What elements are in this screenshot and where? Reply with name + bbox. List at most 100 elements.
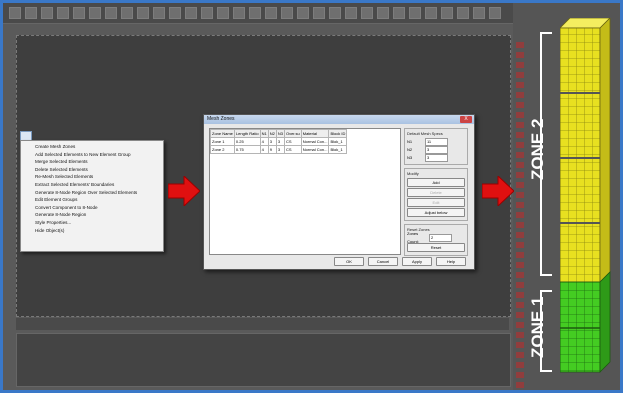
n1-field[interactable]: 11 [425, 138, 448, 146]
toolbar-button[interactable] [41, 7, 53, 19]
zones-count-field[interactable]: 2 [429, 234, 452, 242]
toolbar-button[interactable] [297, 7, 309, 19]
toolbar-button[interactable] [249, 7, 261, 19]
edit-button[interactable]: Edit [407, 198, 465, 207]
toolbar-button[interactable] [281, 7, 293, 19]
table-cell[interactable]: Zone 2 [210, 145, 235, 154]
table-cell[interactable]: 0.25 [233, 137, 261, 146]
toolbar-button[interactable] [137, 7, 149, 19]
toolbar-button[interactable] [105, 7, 117, 19]
side-tool-icon[interactable] [516, 162, 524, 168]
menu-item-hide-objects[interactable]: Hide Object(s) [21, 227, 163, 235]
n3-field[interactable]: 3 [425, 154, 448, 162]
side-tool-icon[interactable] [516, 62, 524, 68]
side-tool-icon[interactable] [516, 182, 524, 188]
help-button[interactable]: Help [436, 257, 466, 266]
menu-item-generate-8node-region[interactable]: Generate 8-Node Region [21, 211, 163, 219]
side-tool-icon[interactable] [516, 252, 524, 258]
toolbar-button[interactable] [329, 7, 341, 19]
add-button[interactable]: Add [407, 178, 465, 187]
side-tool-icon[interactable] [516, 272, 524, 278]
table-cell[interactable]: Blok_1 [328, 137, 348, 146]
side-tool-icon[interactable] [516, 382, 524, 388]
menu-item-remesh[interactable]: Re-Mesh Selected Elements [21, 173, 163, 181]
side-tool-icon[interactable] [516, 282, 524, 288]
side-tool-icon[interactable] [516, 92, 524, 98]
toolbar-button[interactable] [201, 7, 213, 19]
side-tool-icon[interactable] [516, 192, 524, 198]
toolbar-button[interactable] [425, 7, 437, 19]
table-cell[interactable]: 4 [259, 145, 269, 154]
toolbar-button[interactable] [121, 7, 133, 19]
toolbar-button[interactable] [473, 7, 485, 19]
table-cell[interactable]: 3 [275, 145, 285, 154]
toolbar-button[interactable] [441, 7, 453, 19]
side-tool-icon[interactable] [516, 142, 524, 148]
side-tool-icon[interactable] [516, 72, 524, 78]
side-tool-icon[interactable] [516, 112, 524, 118]
side-tool-icon[interactable] [516, 302, 524, 308]
table-cell[interactable]: 3 [267, 137, 277, 146]
side-tool-icon[interactable] [516, 372, 524, 378]
menu-item-style-properties[interactable]: Style Properties... [21, 219, 163, 227]
table-cell[interactable]: Normal Con... [300, 137, 330, 146]
menu-item-merge[interactable]: Merge Selected Elements [21, 158, 163, 166]
n2-field[interactable]: 3 [425, 146, 448, 154]
side-tool-icon[interactable] [516, 322, 524, 328]
toolbar-button[interactable] [393, 7, 405, 19]
menu-item-edit-groups[interactable]: Edit Element Groups [21, 196, 163, 204]
apply-button[interactable]: Apply [402, 257, 432, 266]
table-cell[interactable]: Normal Con... [300, 145, 330, 154]
toolbar-button[interactable] [25, 7, 37, 19]
side-tool-icon[interactable] [516, 222, 524, 228]
close-button[interactable]: X [460, 116, 472, 123]
toolbar-button[interactable] [313, 7, 325, 19]
toolbar-button[interactable] [233, 7, 245, 19]
table-cell[interactable]: 0.75 [233, 145, 261, 154]
table-cell[interactable]: CS [283, 137, 302, 146]
toolbar-button[interactable] [57, 7, 69, 19]
side-tool-icon[interactable] [516, 342, 524, 348]
side-tool-icon[interactable] [516, 102, 524, 108]
toolbar-button[interactable] [409, 7, 421, 19]
toolbar-button[interactable] [345, 7, 357, 19]
side-tool-icon[interactable] [516, 172, 524, 178]
side-tool-icon[interactable] [516, 362, 524, 368]
table-cell[interactable]: 3 [275, 137, 285, 146]
toolbar-button[interactable] [377, 7, 389, 19]
menu-item-delete[interactable]: Delete Selected Elements [21, 166, 163, 174]
side-tool-icon[interactable] [516, 312, 524, 318]
menu-item-add-to-element-group[interactable]: Add Selected Elements to New Element Gro… [21, 151, 163, 159]
side-tool-icon[interactable] [516, 292, 524, 298]
toolbar-button[interactable] [217, 7, 229, 19]
side-tool-icon[interactable] [516, 42, 524, 48]
toolbar-button[interactable] [73, 7, 85, 19]
side-tool-icon[interactable] [516, 122, 524, 128]
table-row[interactable]: Zone 1 0.25 4 3 3 CS Normal Con... Blok_… [210, 137, 348, 146]
toolbar-button[interactable] [89, 7, 101, 19]
toolbar-button[interactable] [9, 7, 21, 19]
side-tool-icon[interactable] [516, 242, 524, 248]
cancel-button[interactable]: Cancel [368, 257, 398, 266]
side-tool-icon[interactable] [516, 212, 524, 218]
table-cell[interactable]: 4 [259, 137, 269, 146]
side-tool-icon[interactable] [516, 152, 524, 158]
menu-item-generate-8node-over[interactable]: Generate 8-Node Region Over Selected Ele… [21, 189, 163, 197]
toolbar-button[interactable] [361, 7, 373, 19]
toolbar-button[interactable] [457, 7, 469, 19]
side-tool-icon[interactable] [516, 352, 524, 358]
side-tool-icon[interactable] [516, 82, 524, 88]
table-cell[interactable]: CS [283, 145, 302, 154]
side-tool-icon[interactable] [516, 202, 524, 208]
toolbar-button[interactable] [153, 7, 165, 19]
table-cell[interactable]: 9 [267, 145, 277, 154]
side-tool-icon[interactable] [516, 232, 524, 238]
ok-button[interactable]: OK [334, 257, 364, 266]
table-cell[interactable]: Zone 1 [210, 137, 235, 146]
side-tool-icon[interactable] [516, 262, 524, 268]
toolbar-button[interactable] [169, 7, 181, 19]
toolbar-button[interactable] [489, 7, 501, 19]
toolbar-button[interactable] [265, 7, 277, 19]
toolbar-button[interactable] [185, 7, 197, 19]
menu-item-extract-boundaries[interactable]: Extract Selected Elements' Boundaries [21, 181, 163, 189]
